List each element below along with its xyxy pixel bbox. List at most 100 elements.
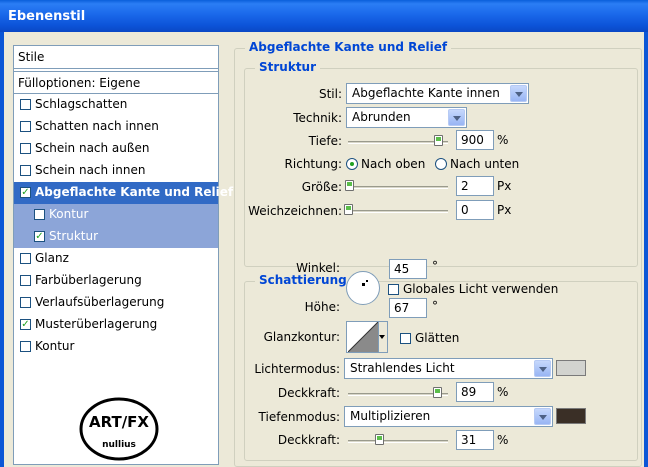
checkbox-icon[interactable] [20, 297, 31, 308]
size-slider-track[interactable] [348, 186, 448, 189]
shadow-opacity-label: Deckkraft: [277, 433, 340, 447]
angle-unit: ° [432, 259, 438, 273]
size-slider-thumb[interactable] [345, 180, 354, 191]
altitude-label: Höhe: [304, 300, 340, 314]
checkbox-icon[interactable] [20, 121, 31, 132]
soften-slider-track[interactable] [348, 210, 448, 213]
checkbox-icon[interactable] [20, 341, 31, 352]
highlight-mode-label: Lichtermodus: [254, 362, 340, 376]
style-item-schlagschatten[interactable]: Schlagschatten [14, 94, 218, 116]
angle-input[interactable]: 45 [389, 259, 427, 279]
highlight-color-swatch[interactable] [556, 360, 586, 376]
style-item-glanz[interactable]: Glanz [14, 248, 218, 270]
contour-curve-icon [348, 322, 378, 352]
style-item-label: Verlaufsüberlagerung [35, 295, 165, 309]
angle-indicator-icon [362, 283, 365, 286]
style-label: Stil: [318, 87, 342, 101]
direction-down-radio[interactable]: Nach unten [435, 154, 519, 174]
technique-dropdown[interactable]: Abrunden [346, 107, 467, 128]
checkbox-checked-icon[interactable]: ✓ [20, 187, 31, 198]
checkbox-icon[interactable] [20, 165, 31, 176]
direction-up-label: Nach oben [361, 157, 426, 171]
style-item-label: Glanz [35, 251, 69, 265]
styles-panel: Stile Fülloptionen: Eigene Schlagschatte… [13, 45, 233, 465]
style-item-label: Struktur [49, 229, 99, 243]
highlight-opacity-input[interactable]: 89 [456, 382, 494, 402]
style-item-abgeflachte-kante-und-relief[interactable]: ✓ Abgeflachte Kante und Relief [14, 182, 233, 204]
chevron-down-icon [534, 360, 551, 377]
style-item-label: Kontur [35, 339, 75, 353]
direction-down-label: Nach unten [450, 157, 520, 171]
style-item-schein-nach-außen[interactable]: Schein nach außen [14, 138, 218, 160]
style-item-farbüberlagerung[interactable]: Farbüberlagerung [14, 270, 218, 292]
chevron-down-icon [448, 109, 465, 126]
highlight-opacity-unit: % [497, 385, 509, 399]
bevel-title: Abgeflachte Kante und Relief [245, 40, 452, 54]
styles-header[interactable]: Stile [14, 46, 218, 69]
chevron-down-icon [534, 408, 551, 425]
shadow-mode-dropdown[interactable]: Multiplizieren [344, 406, 553, 427]
gloss-contour-picker[interactable] [346, 321, 388, 353]
checkbox-icon [388, 283, 399, 295]
style-dropdown-value: Abgeflachte Kante innen [352, 86, 500, 100]
radio-selected-icon [346, 158, 358, 170]
logo-subtext: nullius [102, 440, 136, 450]
chevron-down-icon [379, 335, 385, 339]
antialias-checkbox[interactable]: Glätten [400, 328, 459, 348]
checkbox-icon[interactable] [20, 99, 31, 110]
soften-slider-thumb[interactable] [344, 204, 353, 215]
shadow-opacity-input[interactable]: 31 [456, 430, 494, 450]
global-light-label: Globales Licht verwenden [403, 282, 559, 296]
style-item-schatten-nach-innen[interactable]: Schatten nach innen [14, 116, 218, 138]
checkbox-icon[interactable] [20, 275, 31, 286]
highlight-mode-value: Strahlendes Licht [350, 361, 455, 375]
highlight-opacity-label: Deckkraft: [277, 386, 340, 400]
shadow-opacity-slider-track[interactable] [348, 440, 448, 443]
technique-dropdown-value: Abrunden [352, 110, 411, 124]
checkbox-icon[interactable] [20, 143, 31, 154]
shadow-opacity-slider-thumb[interactable] [375, 434, 384, 445]
soften-input[interactable]: 0 [456, 200, 494, 220]
global-light-checkbox[interactable]: Globales Licht verwenden [388, 279, 558, 299]
angle-dial[interactable] [346, 271, 380, 305]
style-item-label: Farbüberlagerung [35, 273, 142, 287]
shadow-color-swatch[interactable] [556, 408, 586, 424]
style-item-label: Schein nach außen [35, 141, 150, 155]
style-item-struktur[interactable]: ✓ Struktur [14, 226, 218, 248]
depth-slider-thumb[interactable] [434, 135, 443, 146]
artfx-logo: ART/FX nullius [79, 397, 159, 461]
checkbox-icon[interactable] [34, 209, 45, 220]
technique-label: Technik: [293, 111, 342, 125]
logo-text: ART/FX [89, 413, 149, 431]
shadow-mode-label: Tiefenmodus: [258, 410, 340, 424]
gloss-contour-label: Glanzkontur: [263, 330, 340, 344]
highlight-opacity-slider-thumb[interactable] [433, 387, 442, 398]
size-input[interactable]: 2 [456, 176, 494, 196]
window-title: Ebenenstil [8, 9, 86, 24]
size-label: Größe: [301, 180, 342, 194]
style-dropdown[interactable]: Abgeflachte Kante innen [346, 83, 529, 104]
style-item-label: Abgeflachte Kante und Relief [35, 185, 234, 199]
highlight-mode-dropdown[interactable]: Strahlendes Licht [344, 358, 553, 379]
style-item-label: Schein nach innen [35, 163, 146, 177]
style-item-kontur[interactable]: Kontur [14, 336, 218, 358]
depth-input[interactable]: 900 [456, 130, 494, 150]
style-item-label: Schlagschatten [35, 97, 128, 111]
style-item-schein-nach-innen[interactable]: Schein nach innen [14, 160, 218, 182]
fill-options-item[interactable]: Fülloptionen: Eigene [14, 71, 218, 94]
style-item-verlaufsüberlagerung[interactable]: Verlaufsüberlagerung [14, 292, 218, 314]
style-item-musterüberlagerung[interactable]: ✓ Musterüberlagerung [14, 314, 218, 336]
style-item-kontur[interactable]: Kontur [14, 204, 218, 226]
altitude-input[interactable]: 67 [389, 298, 427, 318]
checkbox-icon [400, 332, 411, 344]
radio-icon [435, 158, 447, 170]
direction-up-radio[interactable]: Nach oben [346, 154, 425, 174]
style-list: Schlagschatten Schatten nach innen Schein … [14, 94, 233, 358]
title-bar[interactable]: Ebenenstil [0, 0, 648, 32]
window-frame-right [644, 32, 648, 467]
depth-slider-track[interactable] [348, 141, 448, 144]
checkbox-checked-icon[interactable]: ✓ [34, 231, 45, 242]
checkbox-checked-icon[interactable]: ✓ [20, 319, 31, 330]
style-item-label: Schatten nach innen [35, 119, 159, 133]
checkbox-icon[interactable] [20, 253, 31, 264]
